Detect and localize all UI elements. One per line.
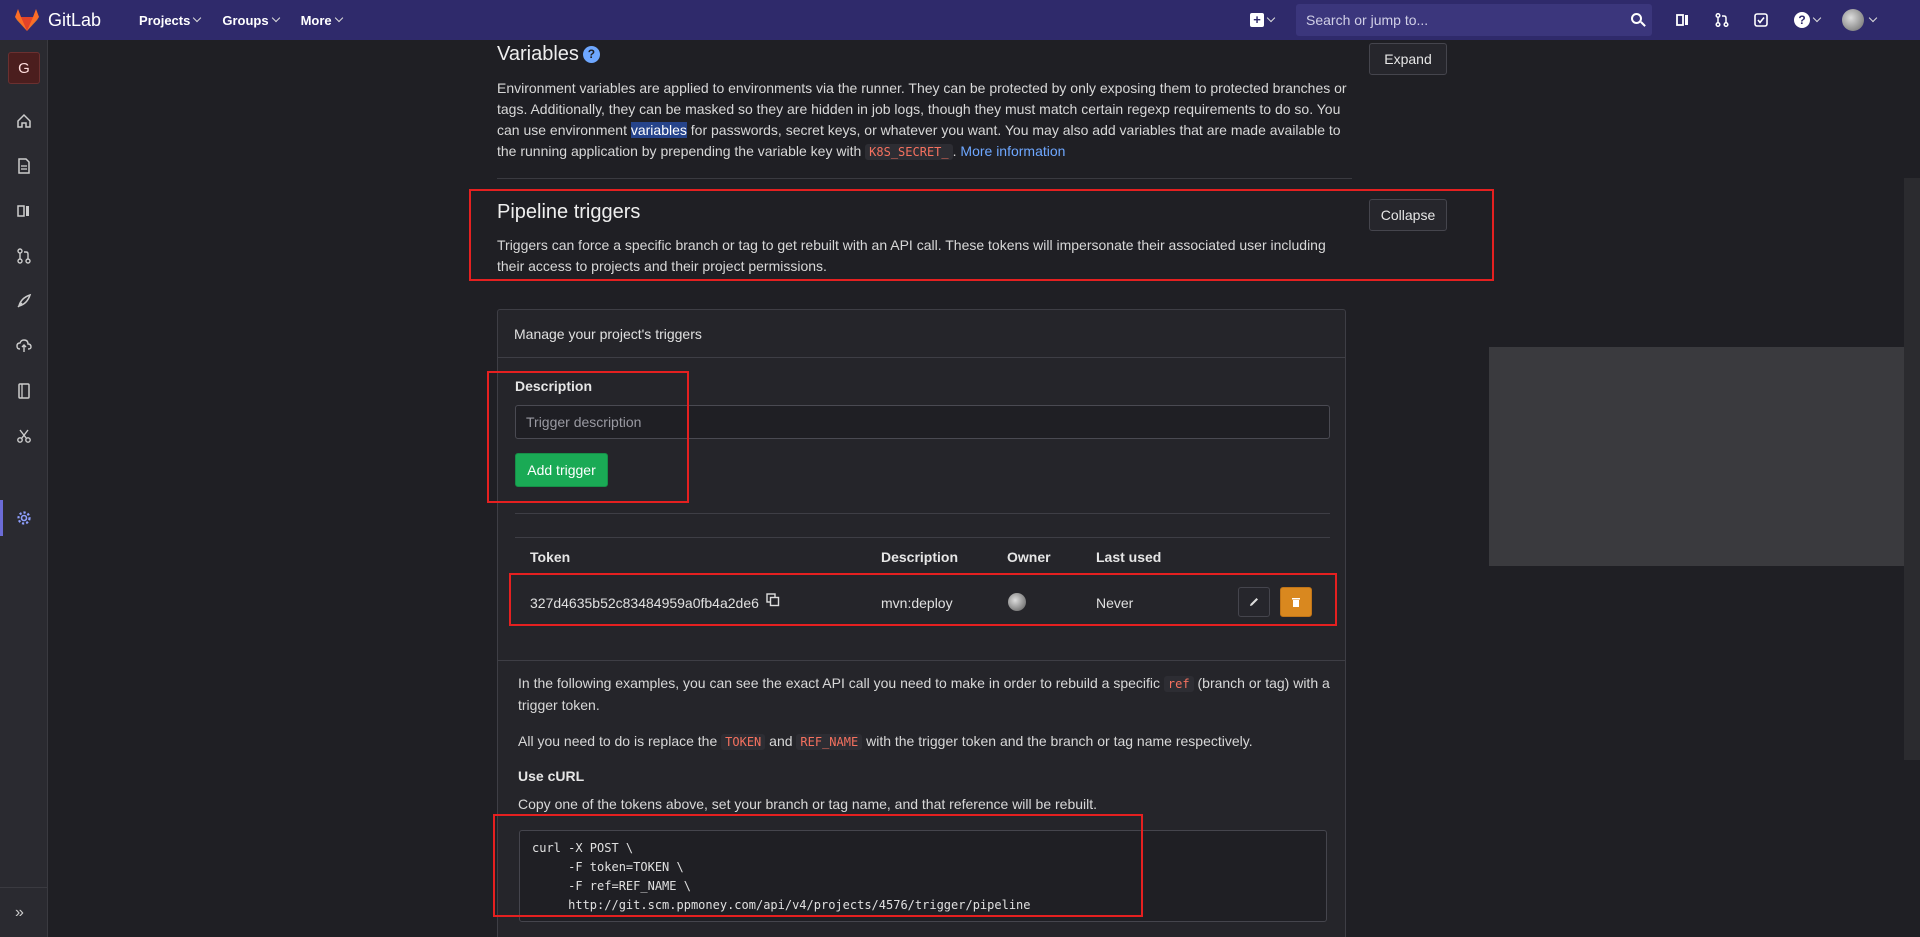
chevron-down-icon [1868,13,1878,23]
last-used-header: Last used [1096,549,1162,565]
owner-header: Owner [1007,549,1051,565]
merge-requests-icon[interactable] [15,247,33,265]
gitlab-tanuki-icon [15,9,39,31]
chevron-down-icon [271,13,280,23]
todos-icon[interactable] [1753,12,1769,28]
annotation-box [493,814,1143,917]
help-icon: ? [1794,12,1810,28]
annotation-box [487,371,689,503]
replace-text-3: with the trigger token and the branch or… [862,733,1253,749]
plus-square-icon: + [1250,13,1264,27]
replace-text-2: and [765,733,797,749]
search-input[interactable]: Search or jump to... [1296,4,1652,36]
nav-more-label: More [300,12,332,28]
section-divider [497,178,1352,179]
card-divider [515,513,1330,514]
merge-requests-icon[interactable] [1714,12,1730,28]
search-icon [1631,13,1642,24]
token-header: Token [530,549,571,565]
variables-title-text: Variables [497,43,579,65]
table-top-border [515,537,1330,538]
snippets-icon[interactable] [15,427,33,445]
chevron-down-icon [193,13,202,23]
nav-groups-label: Groups [222,12,269,28]
issues-icon[interactable] [1675,12,1691,28]
brand-name: GitLab [48,9,102,30]
project-avatar[interactable]: G [8,52,40,84]
card-section-divider [498,660,1345,661]
wiki-icon[interactable] [15,382,33,400]
search-placeholder: Search or jump to... [1306,12,1429,28]
nav-groups[interactable]: Groups [222,12,280,28]
page-scrollbar[interactable] [1904,178,1920,760]
nav-projects[interactable]: Projects [139,12,202,28]
variables-text-highlight: variables [630,122,687,138]
card-header: Manage your project's triggers [498,310,1345,358]
home-icon[interactable] [15,112,33,130]
examples-intro-text-1: In the following examples, you can see t… [518,675,1164,691]
use-curl-heading: Use cURL [518,768,585,784]
left-sidebar: G » [0,40,48,937]
curl-instructions: Copy one of the tokens above, set your b… [518,796,1098,812]
nav-projects-label: Projects [139,12,191,28]
double-chevron-right-icon[interactable]: » [15,904,24,922]
description-header: Description [881,549,959,565]
sidebar-footer: » [0,887,48,937]
issues-icon[interactable] [15,202,33,220]
k8s-secret-code: K8S_SECRET_ [865,144,953,160]
top-navbar: GitLab Projects Groups More + Search or … [0,0,1920,40]
new-dropdown-button[interactable]: + [1250,13,1276,27]
token-code: TOKEN [721,734,766,750]
ref-code: ref [1163,676,1194,692]
annotation-box [509,573,1337,626]
user-avatar[interactable] [1842,9,1864,31]
chevron-down-icon [1812,13,1822,23]
repository-icon[interactable] [15,157,33,175]
settings-icon[interactable] [15,509,33,527]
more-information-link[interactable]: More information [960,143,1065,159]
sidebar-active-indicator [0,500,3,536]
annotation-box [469,189,1494,281]
variables-expand-button[interactable]: Expand [1369,43,1447,75]
replace-text-1: All you need to do is replace the [518,733,722,749]
ref-name-code: REF_NAME [796,734,863,750]
examples-intro: In the following examples, you can see t… [518,673,1338,716]
nav-more[interactable]: More [300,12,343,28]
variables-title: Variables? [497,43,600,66]
operations-icon[interactable] [15,337,33,355]
chevron-down-icon [334,13,343,23]
variables-description: Environment variables are applied to env… [497,78,1347,163]
replace-instructions: All you need to do is replace the TOKEN … [518,731,1338,753]
chevron-down-icon [1266,13,1276,23]
overlay-panel [1489,347,1920,566]
help-dropdown[interactable]: ? [1792,12,1822,28]
gitlab-logo-link[interactable]: GitLab [14,8,101,32]
ci-cd-icon[interactable] [15,292,33,310]
help-icon[interactable]: ? [582,46,600,63]
